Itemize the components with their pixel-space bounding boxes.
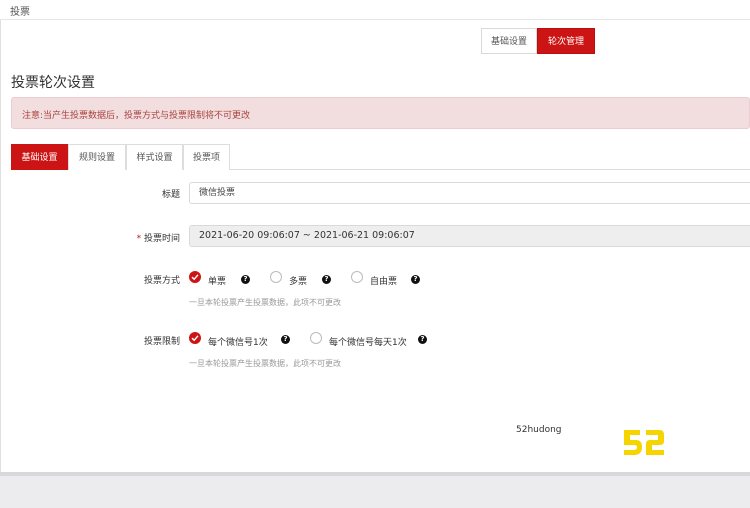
warning-alert: 注意:当产生投票数据后，投票方式与投票限制将不可更改	[11, 97, 750, 129]
vote-time-label-text: 投票时间	[143, 234, 180, 244]
radio-empty-icon[interactable]	[310, 332, 322, 344]
method-hint: 一旦本轮投票产生投票数据，此项不可更改	[189, 298, 341, 307]
question-circle-icon[interactable]: ?	[241, 275, 250, 284]
radio-empty-icon[interactable]	[270, 271, 282, 283]
check-circle-icon[interactable]	[189, 332, 201, 344]
tab-basic-settings[interactable]: 基础设置	[11, 144, 68, 170]
round-management-button[interactable]: 轮次管理	[537, 28, 595, 54]
top-bar: 投票	[0, 0, 750, 20]
check-circle-icon[interactable]	[189, 271, 201, 283]
vote-time-label: * 投票时间	[90, 231, 180, 244]
question-circle-icon[interactable]: ?	[418, 335, 427, 344]
vote-limit-label: 投票限制	[143, 337, 180, 347]
tab-vote-items[interactable]: 投票项	[183, 144, 230, 170]
page-title: 投票轮次设置	[11, 75, 95, 91]
panel-shadow	[0, 472, 750, 476]
title-label: 标题	[161, 190, 180, 200]
settings-tabs: 基础设置 规则设置 样式设置 投票项	[11, 144, 750, 170]
vote-time-input[interactable]: 2021-06-20 09:06:07 ~ 2021-06-21 09:06:0…	[189, 225, 750, 247]
alert-text: 注意:当产生投票数据后，投票方式与投票限制将不可更改	[22, 111, 251, 121]
tab-style-settings[interactable]: 样式设置	[126, 144, 183, 170]
footer-text: 52hudong	[516, 425, 562, 435]
question-circle-icon[interactable]: ?	[322, 275, 331, 284]
required-mark: *	[136, 234, 142, 244]
vote-method-label: 投票方式	[143, 276, 180, 286]
basic-settings-button[interactable]: 基础设置	[481, 28, 537, 54]
watermark-logo	[624, 430, 664, 455]
method-option-free[interactable]: 自由票	[370, 274, 397, 287]
method-option-single[interactable]: 单票	[208, 274, 226, 287]
question-circle-icon[interactable]: ?	[281, 335, 290, 344]
limit-hint: 一旦本轮投票产生投票数据，此项不可更改	[189, 359, 341, 368]
title-input[interactable]: 微信投票	[189, 182, 750, 204]
limit-option-once[interactable]: 每个微信号1次	[208, 335, 268, 348]
window-title: 投票	[10, 7, 30, 18]
radio-empty-icon[interactable]	[351, 271, 363, 283]
question-circle-icon[interactable]: ?	[411, 275, 420, 284]
limit-option-daily[interactable]: 每个微信号每天1次	[329, 335, 407, 348]
method-option-multiple[interactable]: 多票	[289, 274, 307, 287]
tab-rule-settings[interactable]: 规则设置	[68, 144, 126, 170]
